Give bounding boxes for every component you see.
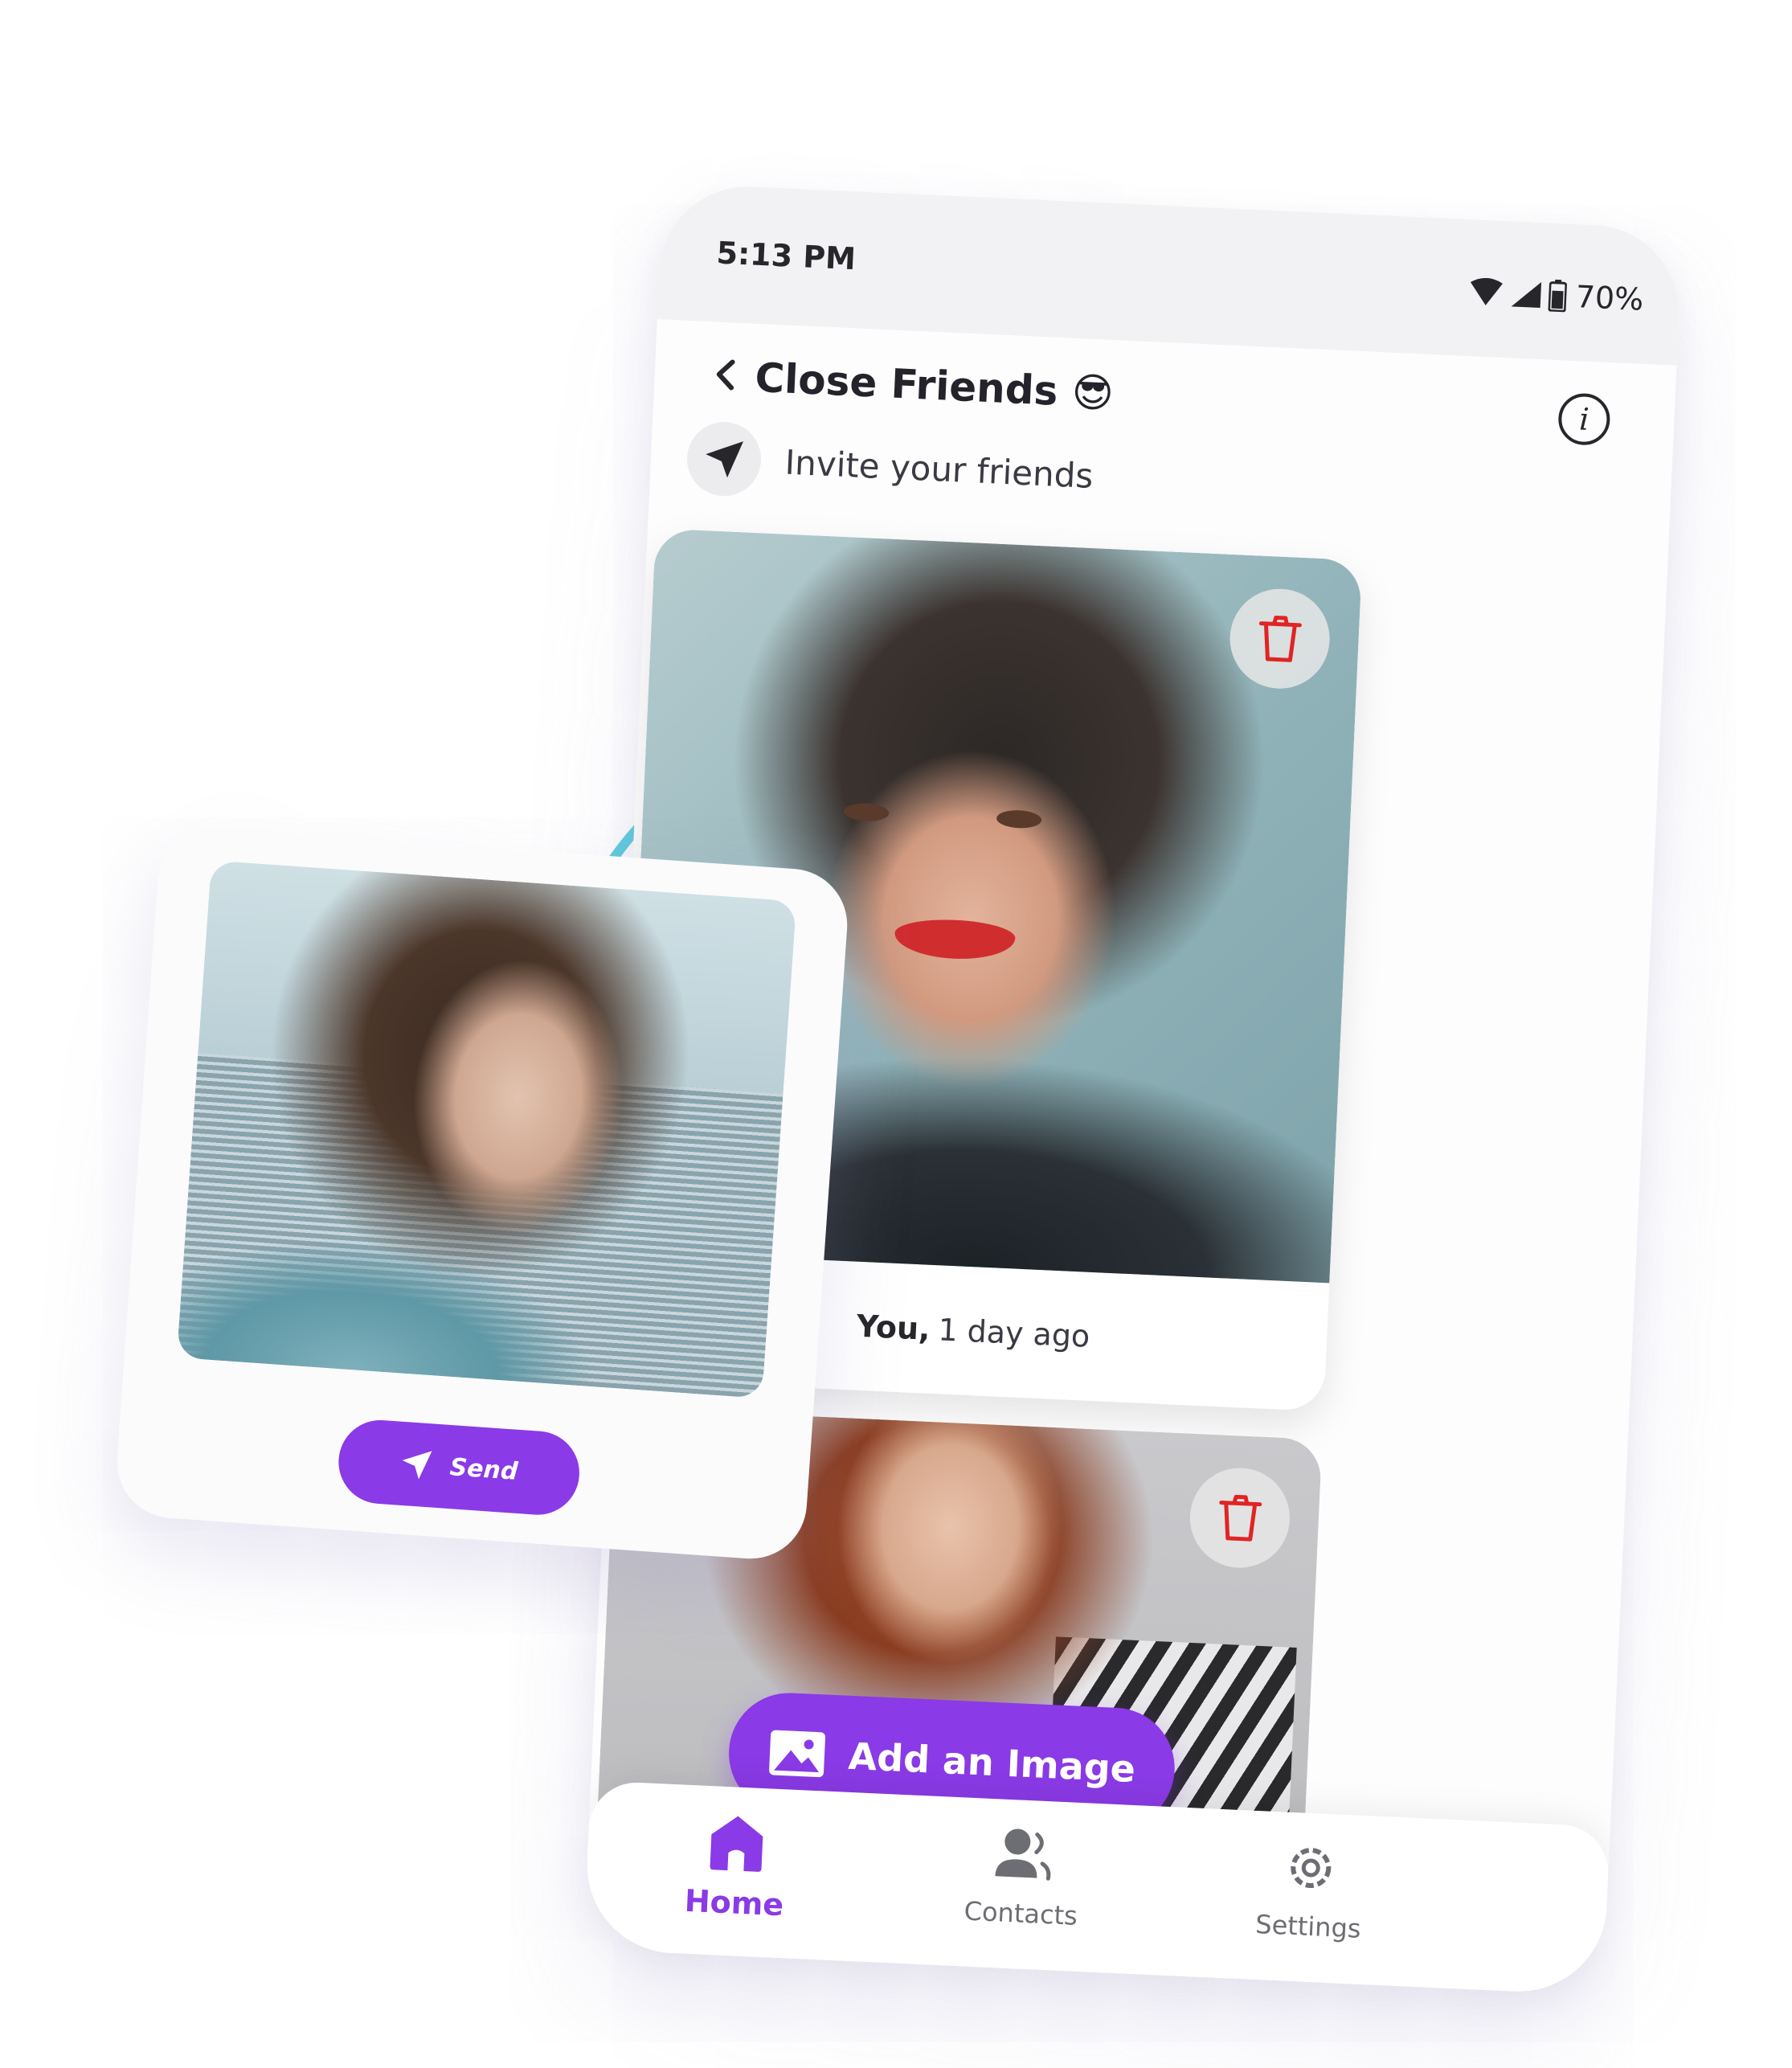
battery-percent: 70% — [1574, 278, 1645, 317]
send-arrow-icon — [685, 420, 763, 498]
page-title: Close Friends 😎 — [754, 354, 1115, 417]
photo-detail — [894, 917, 1017, 962]
post-author: You, — [856, 1308, 931, 1347]
send-label: Send — [448, 1452, 519, 1486]
info-icon[interactable]: i — [1557, 392, 1611, 447]
nav-contacts-label: Contacts — [963, 1895, 1078, 1931]
nav-settings-label: Settings — [1254, 1909, 1362, 1944]
preview-photo[interactable] — [176, 860, 797, 1398]
wifi-icon — [1470, 277, 1503, 305]
post-time: 1 day ago — [937, 1312, 1091, 1354]
image-icon — [768, 1730, 825, 1778]
home-icon — [710, 1816, 763, 1872]
chevron-left-icon[interactable] — [702, 350, 752, 400]
nav-home[interactable]: Home — [645, 1808, 827, 1925]
photo-detail — [843, 802, 890, 822]
battery-icon — [1547, 279, 1567, 313]
send-button[interactable]: Send — [335, 1417, 583, 1518]
photo-detail — [996, 809, 1042, 829]
status-time: 5:13 PM — [715, 235, 857, 277]
status-icons: 70% — [1467, 274, 1644, 317]
send-icon — [402, 1451, 432, 1480]
add-image-label: Add an Image — [847, 1734, 1137, 1791]
bottom-nav: Home Contacts Settings — [583, 1780, 1610, 1996]
contacts-icon — [995, 1828, 1051, 1881]
signal-icon — [1511, 281, 1541, 308]
nav-home-label: Home — [683, 1882, 785, 1923]
invite-label: Invite your friends — [783, 442, 1094, 496]
send-photo-card: Send — [113, 825, 851, 1562]
delete-post-button[interactable] — [1188, 1465, 1292, 1570]
gear-icon — [1291, 1848, 1332, 1889]
trash-icon — [1219, 1494, 1262, 1542]
nav-settings[interactable]: Settings — [1219, 1833, 1401, 1946]
trash-icon — [1258, 615, 1302, 662]
nav-contacts[interactable]: Contacts — [932, 1820, 1114, 1933]
